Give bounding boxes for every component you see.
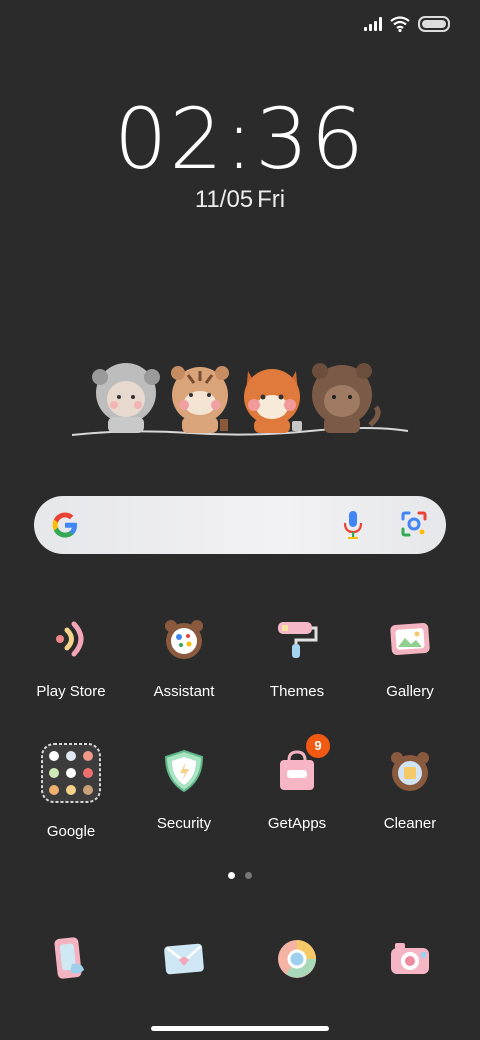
tiger-illustration [171, 366, 229, 433]
app-label: Themes [269, 683, 325, 700]
signal-icon [364, 17, 382, 31]
google-folder-icon [41, 743, 101, 803]
google-g-icon [52, 512, 77, 538]
app-google-folder[interactable]: Google [16, 743, 126, 840]
clock-time[interactable]: 02:36 [0, 90, 480, 188]
app-label: Cleaner [383, 815, 437, 832]
app-label: GetApps [267, 815, 327, 832]
wifi-icon [390, 16, 410, 32]
home-screen: 02:36 11/05 Fri Play Store Assistant The… [0, 0, 480, 1040]
app-getapps[interactable]: 9 GetApps [242, 734, 352, 832]
app-gallery[interactable]: Gallery [355, 614, 465, 700]
messages-icon[interactable] [159, 934, 209, 984]
page-indicator [0, 872, 480, 879]
sheep-illustration [92, 363, 160, 433]
app-themes[interactable]: Themes [242, 614, 352, 700]
themes-icon [278, 622, 318, 658]
mic-icon[interactable] [342, 510, 364, 540]
day-text: Fri [257, 186, 286, 213]
lion-illustration [312, 363, 381, 433]
browser-icon[interactable] [272, 934, 322, 984]
app-cleaner[interactable]: Cleaner [355, 746, 465, 832]
animal-widget-illustration[interactable] [70, 355, 410, 445]
app-label: Assistant [153, 683, 215, 700]
app-label: Google [46, 823, 96, 840]
camera-icon[interactable] [385, 934, 435, 984]
app-label: Play Store [36, 683, 106, 700]
cleaner-icon [391, 752, 429, 791]
clock-date[interactable]: 11/05 Fri [0, 186, 480, 214]
app-label: Gallery [386, 683, 434, 700]
lens-icon[interactable] [400, 510, 428, 538]
fox-illustration [244, 369, 302, 433]
page-dot-active[interactable] [228, 872, 235, 879]
notification-badge: 9 [306, 734, 330, 758]
date-text: 11/05 [194, 186, 254, 213]
gallery-icon [390, 623, 430, 655]
assistant-icon [165, 620, 203, 659]
app-play-store[interactable]: Play Store [16, 614, 126, 700]
status-bar [364, 16, 450, 32]
app-label: Security [156, 815, 212, 832]
app-assistant[interactable]: Assistant [129, 614, 239, 700]
play-store-icon [56, 621, 84, 657]
google-search-bar[interactable] [34, 496, 446, 554]
page-dot[interactable] [245, 872, 252, 879]
security-icon [164, 749, 204, 793]
app-security[interactable]: Security [129, 746, 239, 832]
phone-icon[interactable] [46, 934, 96, 984]
home-indicator[interactable] [151, 1026, 329, 1031]
battery-icon [418, 16, 450, 32]
